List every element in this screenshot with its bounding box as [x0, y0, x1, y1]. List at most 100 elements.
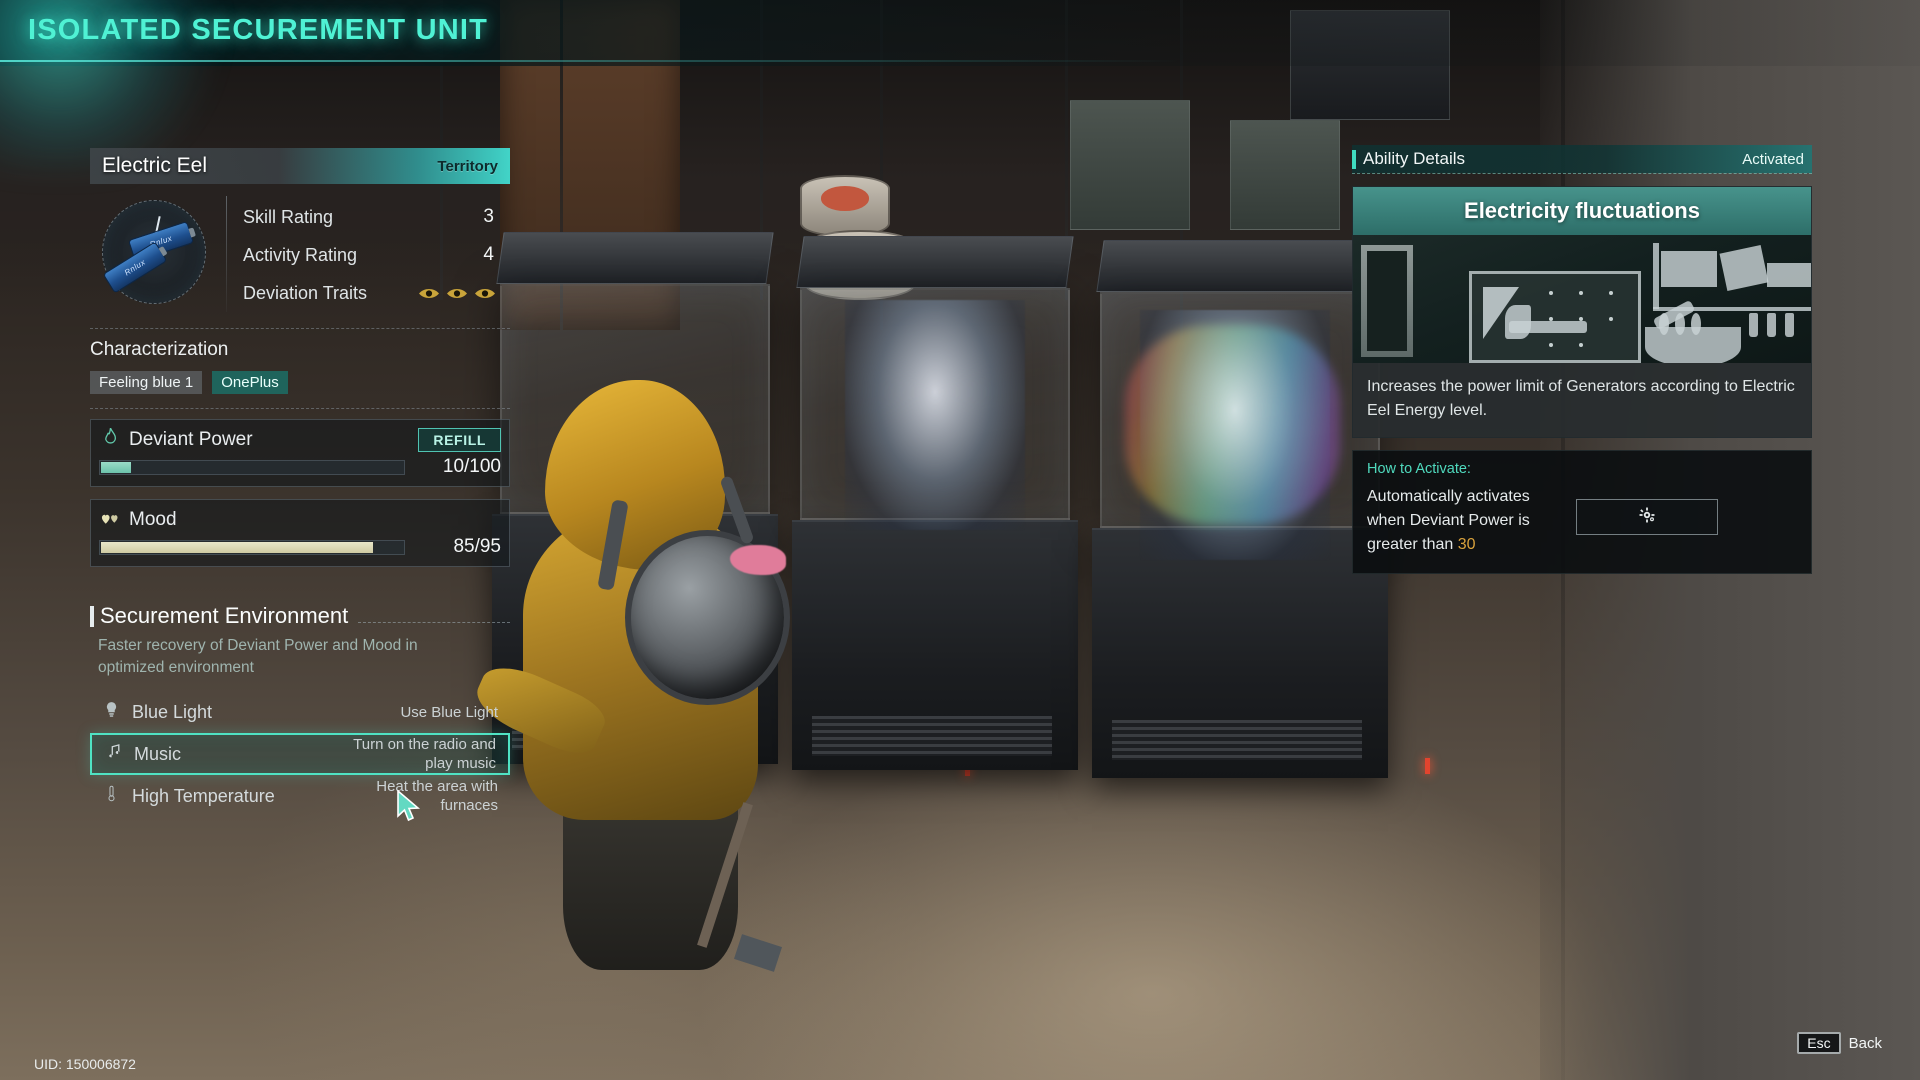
stat-label: Activity Rating — [243, 244, 358, 265]
env-action: Turn on the radio and play music — [353, 736, 496, 772]
stat-value: 3 — [483, 206, 494, 227]
containment-lid — [796, 236, 1074, 288]
securement-environment-section: Securement Environment Faster recovery o… — [90, 603, 510, 817]
ability-header-underline — [1352, 173, 1812, 174]
ability-description: Increases the power limit of Generators … — [1353, 363, 1811, 437]
securement-title-dash — [358, 621, 510, 623]
deviant-power-head: Deviant Power REFILL — [99, 424, 501, 456]
art-envelope — [1719, 245, 1769, 291]
stat-list: Skill Rating 3 Activity Rating 4 Deviati… — [243, 194, 510, 314]
thermometer-icon — [100, 785, 122, 807]
stats-divider — [226, 196, 227, 312]
background-crate — [1070, 100, 1190, 230]
deviation-traits-row[interactable]: Deviation Traits — [243, 274, 510, 312]
eye-icon — [418, 287, 440, 300]
mood-label: Mood — [129, 509, 177, 530]
section-accent-bar — [90, 605, 94, 627]
section-divider — [90, 328, 510, 329]
music-note-icon — [102, 744, 124, 764]
creature-stats-block: Rnlux Rnlux Skill Rating 3 Activity Rati… — [90, 194, 510, 314]
env-name: Music — [134, 743, 182, 764]
panel-accent-bar — [1352, 149, 1356, 169]
env-row-high-temperature[interactable]: High Temperature Heat the area with furn… — [90, 775, 510, 817]
containment-led — [1425, 758, 1430, 774]
containment-lid — [1096, 240, 1384, 292]
eye-icon — [446, 287, 468, 300]
env-row-music[interactable]: Music Turn on the radio and play music — [90, 733, 510, 775]
creature-tag-badge: Territory — [437, 157, 498, 175]
deviant-power-label: Deviant Power — [129, 429, 253, 450]
characterization-tag[interactable]: Feeling blue 1 — [90, 371, 203, 394]
flame-icon — [99, 425, 121, 452]
art-bottle — [1785, 313, 1794, 337]
mood-bar-fill — [101, 541, 373, 553]
mood-meter: Mood 85/95 — [90, 499, 510, 567]
ability-config-button[interactable] — [1576, 499, 1718, 535]
mood-head: Mood — [99, 504, 501, 536]
stat-value: 4 — [483, 244, 494, 265]
env-action: Use Blue Light — [400, 703, 498, 721]
how-to-activate-threshold: 30 — [1457, 536, 1476, 553]
art-bottle — [1767, 313, 1776, 337]
mood-value: 85/95 — [453, 536, 501, 557]
art-envelope — [1767, 263, 1811, 287]
how-to-activate-label: How to Activate: — [1367, 461, 1471, 477]
creature-portrait: Rnlux Rnlux — [90, 194, 222, 312]
art-dot — [1549, 317, 1553, 321]
how-to-activate-section: How to Activate: Automatically activates… — [1352, 450, 1812, 574]
mood-bar — [99, 539, 405, 555]
containment-vent — [1112, 720, 1362, 760]
ability-details-panel: Ability Details Activated Electricity fl… — [1352, 145, 1812, 574]
stat-row: Activity Rating 4 — [243, 236, 510, 274]
stat-label: Skill Rating — [243, 206, 334, 227]
ability-details-title: Ability Details — [1363, 149, 1466, 168]
art-dot — [1579, 317, 1583, 321]
env-row-blue-light[interactable]: Blue Light Use Blue Light — [90, 691, 510, 733]
hearts-icon — [99, 510, 121, 530]
how-to-activate-prefix: Automatically activates when Deviant Pow… — [1367, 488, 1530, 553]
securement-title: Securement Environment — [100, 603, 349, 628]
art-dot — [1609, 291, 1613, 295]
player-character — [468, 380, 805, 972]
securement-description: Faster recovery of Deviant Power and Moo… — [98, 637, 418, 676]
creature-name: Electric Eel — [102, 154, 208, 177]
characterization-tag[interactable]: OnePlus — [212, 371, 288, 394]
deviant-power-meter: Deviant Power REFILL 10/100 — [90, 419, 510, 487]
art-hammer — [1509, 321, 1587, 333]
background-drum — [800, 175, 890, 237]
containment-vent — [812, 716, 1052, 756]
uid-label: UID: 150006872 — [34, 1056, 136, 1072]
refill-button[interactable]: REFILL — [418, 428, 501, 452]
env-name: High Temperature — [132, 785, 275, 806]
how-to-activate-body: Automatically activates when Deviant Pow… — [1367, 485, 1797, 557]
mood-body: 85/95 — [99, 536, 501, 558]
ability-status-badge: Activated — [1742, 150, 1804, 168]
deviant-power-bar — [99, 459, 405, 475]
art-dot — [1609, 317, 1613, 321]
env-name: Blue Light — [132, 701, 213, 722]
footer-hints: Esc Back — [1797, 1032, 1882, 1054]
title-underline — [0, 60, 1180, 62]
page-title: ISOLATED SECUREMENT UNIT — [28, 14, 489, 46]
background-crate — [1230, 120, 1340, 230]
specimen — [845, 300, 1025, 530]
deviant-power-body: 10/100 — [99, 456, 501, 478]
ability-details-header: Ability Details Activated — [1352, 145, 1812, 173]
ability-card: Electricity fluctuations Increases the p… — [1352, 186, 1812, 438]
deviant-power-value: 10/100 — [442, 456, 501, 477]
art-dot — [1549, 291, 1553, 295]
specimen-glow — [1125, 325, 1340, 525]
ability-illustration — [1353, 235, 1811, 363]
back-label[interactable]: Back — [1849, 1035, 1882, 1052]
bulb-icon — [100, 701, 122, 723]
ability-name: Electricity fluctuations — [1353, 187, 1811, 235]
art-bottle — [1749, 313, 1758, 337]
creature-panel: Electric Eel Territory Rnlux Rnlux Skill… — [90, 148, 510, 817]
eye-icon — [474, 287, 496, 300]
art-bowl — [1645, 327, 1741, 363]
deviation-traits-label: Deviation Traits — [243, 282, 368, 303]
gear-icon — [1639, 507, 1655, 527]
top-bar: ISOLATED SECUREMENT UNIT — [0, 0, 1920, 170]
esc-key[interactable]: Esc — [1797, 1032, 1841, 1054]
securement-title-row: Securement Environment — [90, 603, 510, 629]
